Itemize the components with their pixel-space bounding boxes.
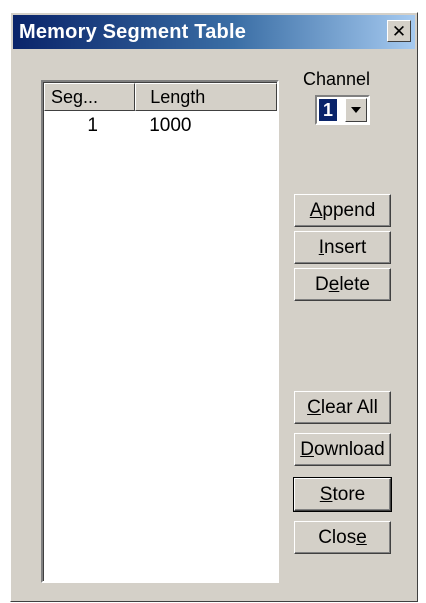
column-header-length[interactable]: Length (135, 83, 277, 111)
download-button[interactable]: Download (294, 433, 391, 466)
table-row[interactable]: 1 1000 (44, 113, 277, 139)
store-accelerator: S (319, 484, 333, 505)
append-accelerator: A (309, 200, 323, 221)
cell-length: 1000 (149, 115, 192, 136)
memory-segment-table-dialog: Memory Segment Table ✕ Seg... Length 1 1… (10, 12, 418, 602)
append-button[interactable]: Append (294, 194, 391, 227)
chevron-down-icon (351, 107, 361, 113)
delete-accelerator: e (328, 274, 340, 295)
store-label-post: tore (332, 484, 366, 505)
close-label-pre: Clos (318, 527, 357, 548)
channel-label: Channel (303, 69, 371, 89)
clear-all-label-post: lear All (320, 397, 378, 418)
segment-list[interactable]: Seg... Length 1 1000 (41, 80, 279, 583)
append-label-post: ppend (322, 200, 376, 221)
clear-all-button[interactable]: Clear All (294, 391, 391, 424)
delete-label-pre: D (315, 274, 329, 295)
store-button[interactable]: Store (293, 477, 392, 512)
close-window-button[interactable]: ✕ (387, 20, 411, 42)
dialog-title: Memory Segment Table (19, 21, 247, 43)
download-accelerator: D (300, 439, 314, 460)
close-icon: ✕ (391, 21, 407, 41)
channel-select[interactable]: 1 (315, 95, 370, 125)
delete-button[interactable]: Delete (294, 268, 391, 301)
delete-label-post: lete (339, 274, 370, 295)
segment-list-inner: Seg... Length 1 1000 (43, 82, 277, 581)
download-label-post: ownload (313, 439, 385, 460)
insert-label-post: nsert (324, 237, 367, 258)
close-button[interactable]: Close (294, 521, 391, 554)
close-accelerator: e (356, 527, 367, 548)
channel-selected-value: 1 (319, 99, 337, 121)
segment-list-header: Seg... Length (44, 83, 277, 111)
insert-button[interactable]: Insert (294, 231, 391, 264)
dropdown-arrow-button[interactable] (345, 98, 367, 122)
column-header-seg[interactable]: Seg... (44, 83, 136, 111)
clear-all-accelerator: C (307, 397, 321, 418)
cell-seg: 1 (87, 115, 98, 136)
title-bar[interactable]: Memory Segment Table ✕ (13, 15, 415, 49)
segment-rows: 1 1000 (44, 113, 277, 139)
